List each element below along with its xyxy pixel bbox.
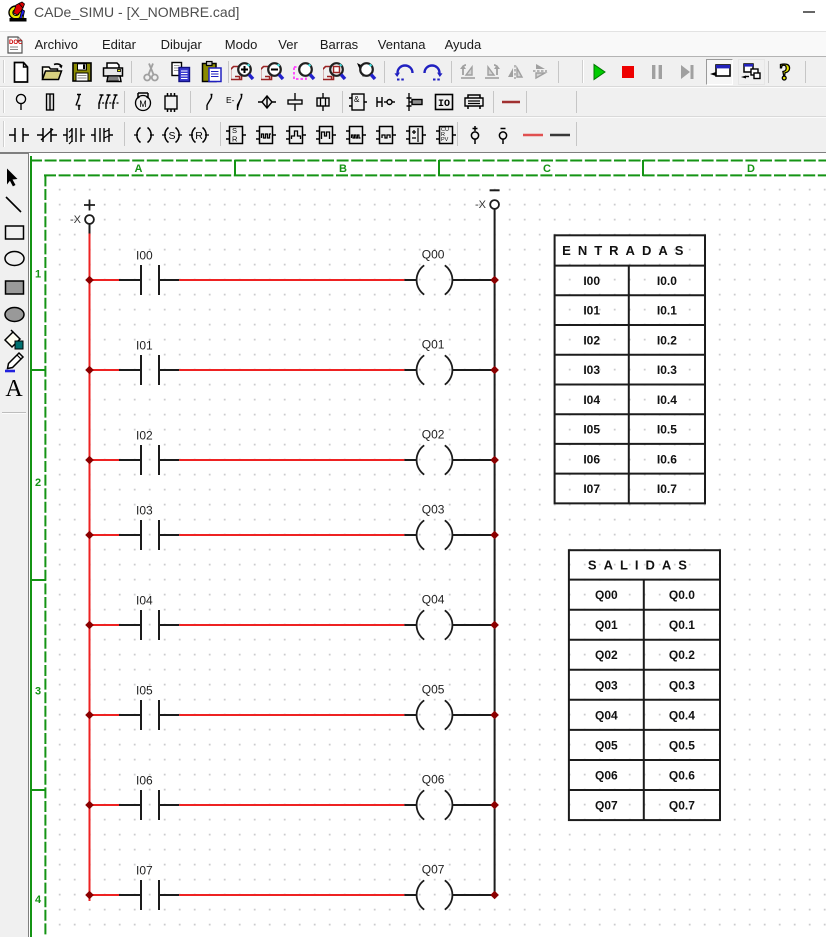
svg-text:I00: I00 [583,274,600,288]
svg-text:Q03: Q03 [422,503,445,517]
svg-text:Q01: Q01 [422,338,445,352]
svg-text:Q04: Q04 [422,593,445,607]
svg-text:Q07: Q07 [422,863,445,877]
svg-text:-X: -X [70,214,82,226]
svg-text:Q07: Q07 [595,799,618,813]
svg-text:Q0.4: Q0.4 [669,708,695,722]
svg-text:&: & [354,95,360,104]
svg-text:Q02: Q02 [422,428,445,442]
svg-text:Q0.2: Q0.2 [669,648,695,662]
svg-text:4: 4 [35,894,42,906]
svg-text:Q0.3: Q0.3 [669,678,695,692]
svg-text:I06: I06 [136,774,153,788]
svg-text:Q00: Q00 [595,588,618,602]
svg-text:Q02: Q02 [595,648,618,662]
svg-text:Q0.5: Q0.5 [669,738,695,752]
svg-text:R: R [195,130,203,142]
svg-text:I0.7: I0.7 [657,482,677,496]
svg-text:I04: I04 [136,594,153,608]
svg-text:A: A [135,163,143,175]
svg-text:Q04: Q04 [595,708,618,722]
svg-text:I0.4: I0.4 [657,393,677,407]
svg-text:Q03: Q03 [595,678,618,692]
svg-text:Q0.6: Q0.6 [669,769,695,783]
svg-text:Q0.0: Q0.0 [669,588,695,602]
svg-text:R: R [232,134,238,143]
svg-text:3: 3 [35,686,41,698]
svg-text:2: 2 [35,477,41,489]
svg-text:SALIDAS: SALIDAS [588,557,694,572]
svg-text:?: ? [779,60,791,84]
svg-text:Q06: Q06 [595,769,618,783]
svg-text:E-: E- [226,95,235,105]
svg-text:I01: I01 [136,339,153,353]
svg-text:I06: I06 [583,452,600,466]
svg-text:D: D [747,163,755,175]
svg-text:S: S [168,130,175,142]
svg-text:C: C [543,163,551,175]
svg-text:Q05: Q05 [595,738,618,752]
svg-text:B: B [339,163,347,175]
svg-text:-X: -X [475,199,487,211]
svg-text:I02: I02 [583,333,600,347]
svg-text:I0.2: I0.2 [657,333,677,347]
svg-text:PV: PV [441,137,449,143]
svg-text:I03: I03 [583,363,600,377]
svg-text:I00: I00 [136,249,153,263]
svg-text:I0.5: I0.5 [657,423,677,437]
svg-text:A: A [5,376,23,400]
svg-text:I03: I03 [136,504,153,518]
svg-text:Q0.1: Q0.1 [669,618,695,632]
svg-text:Q00: Q00 [422,248,445,262]
svg-text:I02: I02 [136,429,153,443]
svg-text:I0.1: I0.1 [657,304,677,318]
svg-text:1: 1 [35,269,41,281]
svg-text:Q06: Q06 [422,773,445,787]
svg-text:I04: I04 [583,393,600,407]
svg-text:Q01: Q01 [595,618,618,632]
svg-text:I05: I05 [583,423,600,437]
svg-text:I01: I01 [583,304,600,318]
svg-text:I05: I05 [136,684,153,698]
svg-text:DOC: DOC [9,40,23,46]
svg-text:Q0.7: Q0.7 [669,799,695,813]
svg-text:I0.3: I0.3 [657,363,677,377]
svg-text:I07: I07 [583,482,600,496]
svg-text:ENTRADAS: ENTRADAS [562,243,690,258]
svg-text:Q05: Q05 [422,683,445,697]
svg-text:I07: I07 [136,864,153,878]
svg-text:I0.6: I0.6 [657,452,677,466]
svg-text:M: M [139,99,147,109]
svg-text:IO: IO [438,99,450,110]
svg-text:I0.0: I0.0 [657,274,677,288]
